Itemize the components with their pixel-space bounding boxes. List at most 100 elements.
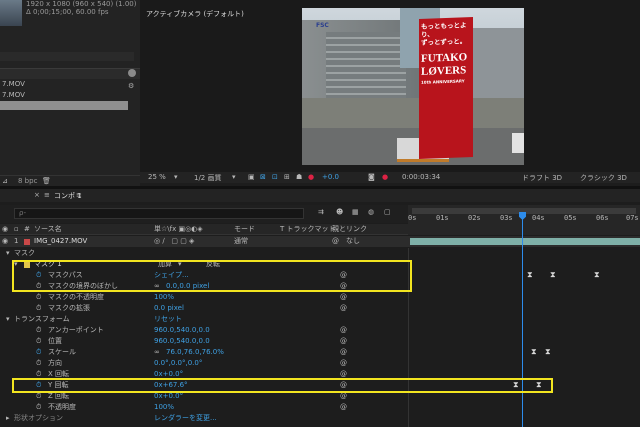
orientation-value[interactable]: 0.0°,0.0°,0.0° [154,358,202,369]
mask-group-row[interactable]: ▾ マスク [0,248,640,259]
footage-thumbnail [0,0,22,26]
ruler-tick: 06s [596,214,609,222]
mask-visibility-icon[interactable]: ⊡ [272,173,278,181]
disclosure-icon[interactable]: ▾ [6,248,10,259]
position-value[interactable]: 960.0,540.0,0.0 [154,336,210,347]
playhead-line[interactable] [522,212,523,427]
close-icon[interactable]: × [34,191,40,199]
draft-3d-toggle[interactable]: ドラフト 3D [522,173,562,183]
motion-blur-icon[interactable]: ◍ [368,208,374,216]
parent-header[interactable]: 親とリンク [332,224,367,235]
resolution-select[interactable]: 1/2 画質 [194,173,222,183]
tab-menu-icon[interactable]: ≡ [76,191,82,199]
opacity-value[interactable]: 100% [154,402,174,413]
expression-pickwhip-icon[interactable]: @ [340,292,347,303]
stopwatch-icon[interactable]: ⏱ [36,402,41,413]
layer-search-input[interactable]: ρ- [14,208,304,219]
grid-icon[interactable]: ⊞ [284,173,290,181]
source-name-header[interactable]: ソース名 [34,224,62,235]
color-icon[interactable]: ● [308,173,314,181]
position-row[interactable]: ⏱ 位置 960.0,540.0,0.0 @ [0,336,640,347]
scale-value[interactable]: 76.0,76.0,76.0% [166,347,224,358]
layer-parent[interactable]: なし [346,236,360,247]
switches-header[interactable]: 単☆\fx ▣◎◐◈ [154,224,203,235]
stopwatch-icon[interactable]: ⏱ [36,336,41,347]
layer-mode[interactable]: 通常 [234,236,248,247]
keyframe-marker[interactable]: ⧗ [550,270,556,280]
mask-expansion-value[interactable]: 0.0 pixel [154,303,184,314]
expression-pickwhip-icon[interactable]: @ [340,347,347,358]
parent-pickwhip-icon[interactable]: @ [332,236,339,247]
disclosure-icon[interactable]: ▾ [6,314,10,325]
zoom-select[interactable]: 25 % [148,173,166,181]
orientation-row[interactable]: ⏱ 方向 0.0°,0.0°,0.0° @ [0,358,640,369]
project-search[interactable] [0,52,134,61]
expression-pickwhip-icon[interactable]: @ [340,325,347,336]
viewer-timecode[interactable]: 0:00:03:34 [402,173,440,181]
layer-duration-bar[interactable] [410,238,640,245]
lock-icon[interactable]: ▫ [14,224,19,235]
layer-index: 1 [14,237,19,245]
expression-pickwhip-icon[interactable]: @ [340,336,347,347]
layer-switches[interactable]: ◎ ∕ ▢ ▢ ◈ [154,236,194,247]
material-row[interactable]: ▸ 形状オプション レンダラーを変更... [0,413,640,424]
expression-pickwhip-icon[interactable]: @ [340,402,347,413]
opacity-row[interactable]: ⏱ 不透明度 100% @ [0,402,640,413]
ruler-tick: 01s [436,214,449,222]
stopwatch-icon[interactable]: ⏱ [36,358,41,369]
shy-icon[interactable]: ☻ [336,208,343,216]
keyframe-marker[interactable]: ⧗ [527,270,533,280]
renderer-select[interactable]: クラシック 3D [580,173,627,183]
stopwatch-icon[interactable]: ⏱ [36,292,41,303]
disclosure-icon[interactable]: ▸ [6,413,10,424]
anchor-value[interactable]: 960.0,540.0,0.0 [154,325,210,336]
material-value[interactable]: レンダラーを変更... [154,413,217,424]
transform-reset-link[interactable]: リセット [154,314,182,325]
transform-row[interactable]: ▾ トランスフォーム リセット [0,314,640,325]
expression-pickwhip-icon[interactable]: @ [340,303,347,314]
region-icon[interactable]: ⊠ [260,173,266,181]
mode-header[interactable]: モード [234,224,255,235]
project-settings-icon[interactable] [128,69,136,77]
channel-icon[interactable]: ☗ [296,173,302,181]
constrain-link-icon[interactable]: ∞ [154,347,160,358]
layer-row[interactable]: ◉ 1 IMG_0427.MOV ◎ ∕ ▢ ▢ ◈ 通常 @ なし [0,236,640,247]
scale-row[interactable]: ⏱ スケール ∞ 76.0,76.0,76.0% @ [0,347,640,358]
interpret-footage-icon[interactable]: ⊿ [2,177,8,185]
trash-icon[interactable]: 🗑 [42,177,51,185]
snapshot-icon[interactable]: ◙ [368,173,375,181]
project-item[interactable]: 7.MOV [0,91,140,100]
time-ruler[interactable]: 0s 01s 02s 03s 04s 05s 06s 07s [408,205,640,235]
stopwatch-icon[interactable]: ⏱ [36,347,41,358]
mask-expansion-row[interactable]: ⏱ マスクの拡張 0.0 pixel @ [0,303,640,314]
graph-editor-icon[interactable]: ▢ [384,208,391,216]
anchor-row[interactable]: ⏱ アンカーポイント 960.0,540.0,0.0 @ [0,325,640,336]
project-item[interactable]: 7.MOV [0,80,140,89]
visibility-icon[interactable]: ◉ [2,236,8,247]
stopwatch-icon[interactable]: ⏱ [36,303,41,314]
mask-opacity-value[interactable]: 100% [154,292,174,303]
keyframe-marker[interactable]: ⧗ [594,270,600,280]
project-item-selected[interactable] [0,101,128,110]
footage-info: 1920 x 1080 (960 x 540) (1.00) [26,0,137,8]
show-snapshot-icon[interactable]: ● [382,173,388,181]
transparency-grid-icon[interactable]: ▣ [248,173,255,181]
position-label: 位置 [48,337,62,345]
exposure-value[interactable]: +0.0 [322,173,339,181]
stopwatch-icon[interactable]: ⏱ [36,325,41,336]
expression-pickwhip-icon[interactable]: @ [340,358,347,369]
flowchart-icon[interactable]: ⚙ [128,82,134,90]
label-color-icon[interactable] [24,239,30,245]
eye-icon[interactable]: ◉ [2,224,8,235]
label-column-icon[interactable]: # [24,224,30,235]
layer-name[interactable]: IMG_0427.MOV [34,236,87,247]
menu-icon[interactable]: ≡ [44,191,50,199]
comp-flow-icon[interactable]: ⇉ [318,208,324,216]
keyframe-marker[interactable]: ⧗ [531,347,537,357]
bpc-label[interactable]: 8 bpc [18,177,37,185]
keyframe-marker[interactable]: ⧗ [545,347,551,357]
frame-blend-icon[interactable]: ▦ [352,208,359,216]
highlight-box [12,260,412,292]
mask-opacity-row[interactable]: ⏱ マスクの不透明度 100% @ [0,292,640,303]
trkmat-header[interactable]: T トラックマット [280,224,336,235]
